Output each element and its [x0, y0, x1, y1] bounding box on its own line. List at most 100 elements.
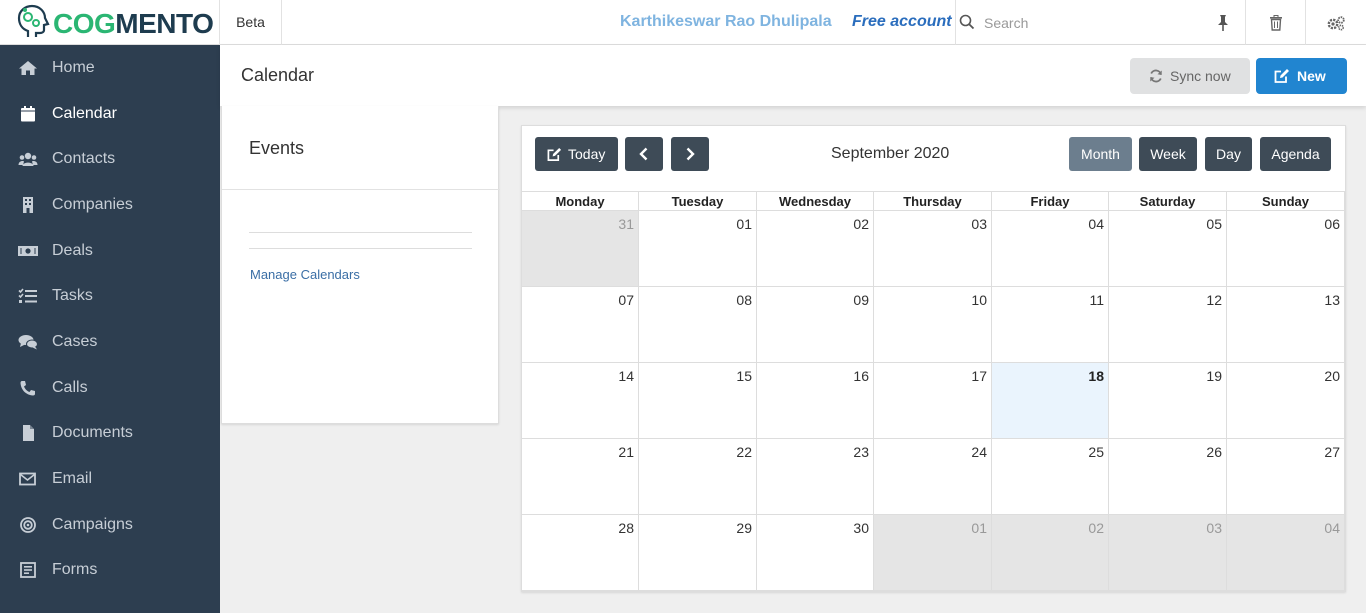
pin-icon[interactable] [1212, 12, 1234, 34]
day-number[interactable]: 08 [736, 292, 752, 308]
day-cell[interactable]: 23 [757, 439, 874, 515]
day-cell[interactable]: 10 [874, 287, 992, 363]
day-number[interactable]: 14 [618, 368, 634, 384]
day-cell[interactable]: 13 [1227, 287, 1345, 363]
day-number[interactable]: 17 [971, 368, 987, 384]
sync-now-button[interactable]: Sync now [1130, 58, 1250, 94]
day-number[interactable]: 02 [853, 216, 869, 232]
day-number[interactable]: 25 [1088, 444, 1104, 460]
day-cell[interactable]: 16 [757, 363, 874, 439]
day-number[interactable]: 05 [1206, 216, 1222, 232]
view-month-button[interactable]: Month [1069, 137, 1132, 171]
day-cell[interactable]: 17 [874, 363, 992, 439]
day-cell[interactable]: 03 [1109, 515, 1227, 591]
view-week-button[interactable]: Week [1139, 137, 1197, 171]
manage-calendars-link[interactable]: Manage Calendars [250, 267, 360, 282]
day-cell[interactable]: 19 [1109, 363, 1227, 439]
day-number[interactable]: 18 [1088, 368, 1104, 384]
day-number[interactable]: 03 [1206, 520, 1222, 536]
day-number[interactable]: 09 [853, 292, 869, 308]
next-month-button[interactable] [671, 137, 709, 171]
day-cell[interactable]: 09 [757, 287, 874, 363]
day-cell[interactable]: 27 [1227, 439, 1345, 515]
day-cell[interactable]: 26 [1109, 439, 1227, 515]
day-number[interactable]: 11 [1089, 292, 1104, 308]
day-cell[interactable]: 24 [874, 439, 992, 515]
sidebar-item-cases[interactable]: Cases [0, 320, 220, 364]
day-cell[interactable]: 30 [757, 515, 874, 591]
day-cell[interactable]: 25 [992, 439, 1109, 515]
day-number[interactable]: 01 [736, 216, 752, 232]
sidebar-item-contacts[interactable]: Contacts [0, 137, 220, 181]
day-number[interactable]: 16 [853, 368, 869, 384]
day-number[interactable]: 10 [971, 292, 987, 308]
sidebar-item-home[interactable]: Home [0, 46, 220, 90]
day-cell[interactable]: 02 [757, 211, 874, 287]
new-event-button[interactable]: New [1256, 58, 1347, 94]
day-number[interactable]: 06 [1324, 216, 1340, 232]
day-cell[interactable]: 02 [992, 515, 1109, 591]
day-cell[interactable]: 15 [639, 363, 757, 439]
day-cell[interactable]: 05 [1109, 211, 1227, 287]
day-number[interactable]: 04 [1324, 520, 1340, 536]
day-cell[interactable]: 28 [522, 515, 639, 591]
day-cell[interactable]: 12 [1109, 287, 1227, 363]
day-number[interactable]: 27 [1324, 444, 1340, 460]
day-number[interactable]: 15 [736, 368, 752, 384]
day-cell[interactable]: 29 [639, 515, 757, 591]
day-cell[interactable]: 04 [1227, 515, 1345, 591]
divider [222, 189, 500, 190]
day-cell[interactable]: 08 [639, 287, 757, 363]
previous-month-button[interactable] [625, 137, 663, 171]
search-input[interactable] [984, 12, 1209, 34]
day-cell[interactable]: 01 [874, 515, 992, 591]
day-number[interactable]: 01 [971, 520, 987, 536]
trash-button[interactable] [1245, 0, 1305, 45]
day-number[interactable]: 28 [618, 520, 634, 536]
day-number[interactable]: 04 [1088, 216, 1104, 232]
sidebar-item-calendar[interactable]: Calendar [0, 92, 220, 136]
day-cell[interactable]: 20 [1227, 363, 1345, 439]
day-number[interactable]: 24 [971, 444, 987, 460]
sidebar-item-calls[interactable]: Calls [0, 366, 220, 410]
day-cell[interactable]: 14 [522, 363, 639, 439]
day-number[interactable]: 07 [618, 292, 634, 308]
day-cell[interactable]: 31 [522, 211, 639, 287]
account-type-label[interactable]: Free account [852, 13, 952, 31]
day-cell[interactable]: 11 [992, 287, 1109, 363]
view-day-button[interactable]: Day [1205, 137, 1252, 171]
sidebar-item-deals[interactable]: Deals [0, 229, 220, 273]
day-number[interactable]: 03 [971, 216, 987, 232]
day-cell[interactable]: 21 [522, 439, 639, 515]
day-cell[interactable]: 06 [1227, 211, 1345, 287]
day-cell[interactable]: 07 [522, 287, 639, 363]
day-number[interactable]: 22 [736, 444, 752, 460]
day-number[interactable]: 29 [736, 520, 752, 536]
user-name[interactable]: Karthikeswar Rao Dhulipala [620, 13, 832, 31]
day-number[interactable]: 02 [1088, 520, 1104, 536]
day-number[interactable]: 20 [1324, 368, 1340, 384]
day-number[interactable]: 21 [618, 444, 634, 460]
day-cell[interactable]: 22 [639, 439, 757, 515]
view-agenda-button[interactable]: Agenda [1260, 137, 1331, 171]
day-number[interactable]: 23 [853, 444, 869, 460]
day-number[interactable]: 31 [618, 216, 634, 232]
sidebar-item-forms[interactable]: Forms [0, 548, 220, 592]
day-cell[interactable]: 04 [992, 211, 1109, 287]
day-cell[interactable]: 18 [992, 363, 1109, 439]
day-number[interactable]: 13 [1324, 292, 1340, 308]
day-cell[interactable]: 03 [874, 211, 992, 287]
day-number[interactable]: 12 [1206, 292, 1222, 308]
sidebar-item-tasks[interactable]: Tasks [0, 274, 220, 318]
day-number[interactable]: 30 [853, 520, 869, 536]
settings-button[interactable] [1305, 0, 1366, 45]
sidebar-item-campaigns[interactable]: Campaigns [0, 503, 220, 547]
app-logo[interactable]: COGMENTO [0, 0, 220, 45]
day-cell[interactable]: 01 [639, 211, 757, 287]
sidebar-item-email[interactable]: Email [0, 457, 220, 501]
day-number[interactable]: 19 [1206, 368, 1222, 384]
sidebar-item-documents[interactable]: Documents [0, 411, 220, 455]
sidebar-item-companies[interactable]: Companies [0, 183, 220, 227]
day-number[interactable]: 26 [1206, 444, 1222, 460]
today-button[interactable]: Today [535, 137, 618, 171]
